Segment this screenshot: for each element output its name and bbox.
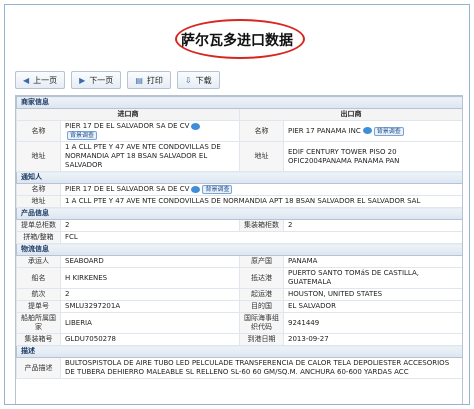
exporter-address: EDIF CENTURY TOWER PISO 20 OFIC2004PANAM… xyxy=(283,141,462,172)
next-page-button[interactable]: ▶ 下一页 xyxy=(71,71,122,89)
container-no: GLDU7050278 xyxy=(60,333,240,346)
notify-verify-button[interactable]: 背景调查 xyxy=(202,185,233,194)
description-label: 产品描述 xyxy=(16,357,61,379)
ghost-icon xyxy=(191,185,201,193)
next-page-label: 下一页 xyxy=(89,75,114,85)
container-count: 2 xyxy=(283,219,462,232)
print-button[interactable]: ▤ 打印 xyxy=(127,71,171,89)
printer-icon: ▤ xyxy=(135,75,143,85)
carrier-label: 承运人 xyxy=(16,255,61,268)
arrow-right-icon: ▶ xyxy=(79,75,86,85)
imo-label: 国际海事组织代码 xyxy=(239,312,284,334)
exporter-name-cell: PIER 17 PANAMA INC 背景调查 xyxy=(283,120,462,142)
detail-window: 萨尔瓦多进口数据 ◀ 上一页 ▶ 下一页 ▤ 打印 ⇩ 下载 商家信息 进口商 出口商 … xyxy=(4,4,470,405)
section-notify: 通知人 xyxy=(16,171,462,184)
lcl-value: FCL xyxy=(60,231,462,244)
arrival-date: 2013-09-27 xyxy=(283,333,462,346)
importer-address-label: 地址 xyxy=(16,141,61,172)
notify-address: 1 A CLL PTE Y 47 AVE NTE CONDOVILLAS DE … xyxy=(60,195,462,208)
section-merchant: 商家信息 xyxy=(16,96,462,109)
ghost-icon xyxy=(362,127,372,134)
bl-count: 2 xyxy=(60,219,240,232)
departure-port: HOUSTON, UNITED STATES xyxy=(283,288,462,301)
section-logistics: 物流信息 xyxy=(16,243,462,256)
arrival-date-label: 到港日期 xyxy=(239,333,284,346)
exporter-address-label: 地址 xyxy=(239,141,284,172)
bl-no: SMLU3297201A xyxy=(60,300,240,313)
arrow-left-icon: ◀ xyxy=(23,75,30,85)
departure-port-label: 起运港 xyxy=(239,288,284,301)
importer-name-label: 名称 xyxy=(16,120,61,142)
print-label: 打印 xyxy=(146,75,163,85)
importer-address: 1 A CLL PTE Y 47 AVE NTE CONDOVILLAS DE … xyxy=(60,141,240,172)
arrival-port: PUERTO SANTO TOMáS DE CASTILLA, GUATEMAL… xyxy=(283,267,462,289)
notify-name: PIER 17 DE EL SALVADOR SA DE CV xyxy=(65,185,190,193)
detail-content: 商家信息 进口商 出口商 名称 PIER 17 DE EL SALVADOR S… xyxy=(15,95,463,404)
notify-name-cell: PIER 17 DE EL SALVADOR SA DE CV 背景调查 xyxy=(60,183,462,196)
title-area: 萨尔瓦多进口数据 xyxy=(5,5,469,65)
imo: 9241449 xyxy=(283,312,462,334)
vessel-label: 船名 xyxy=(16,267,61,289)
voyage: 2 xyxy=(60,288,240,301)
carrier: SEABOARD xyxy=(60,255,240,268)
voyage-label: 航次 xyxy=(16,288,61,301)
download-button[interactable]: ⇩ 下载 xyxy=(176,71,220,89)
lcl-label: 拼箱/整箱 xyxy=(16,231,61,244)
exporter-name-label: 名称 xyxy=(239,120,284,142)
ghost-icon xyxy=(191,122,201,130)
detail-table: 商家信息 进口商 出口商 名称 PIER 17 DE EL SALVADOR S… xyxy=(16,96,462,379)
bl-count-label: 提单总柜数 xyxy=(16,219,61,232)
vessel: H KIRKENES xyxy=(60,267,240,289)
flag-label: 船舶所属国家 xyxy=(16,312,61,334)
exporter-name: PIER 17 PANAMA INC xyxy=(288,126,361,135)
section-description: 描述 xyxy=(16,345,462,358)
description-text: BULTOSPISTOLA DE AIRE TUBO LED PELCULADE… xyxy=(60,357,462,379)
page-title: 萨尔瓦多进口数据 xyxy=(181,33,293,49)
flag: LIBERIA xyxy=(60,312,240,334)
origin-country: PANAMA xyxy=(283,255,462,268)
container-no-label: 集装箱号 xyxy=(16,333,61,346)
destination-label: 目的国 xyxy=(239,300,284,313)
section-product: 产品信息 xyxy=(16,207,462,220)
prev-page-label: 上一页 xyxy=(33,75,58,85)
importer-name-cell: PIER 17 DE EL SALVADOR SA DE CV 背景调查 xyxy=(60,120,240,142)
container-count-label: 集装箱柜数 xyxy=(239,219,284,232)
notify-name-label: 名称 xyxy=(16,183,61,196)
prev-page-button[interactable]: ◀ 上一页 xyxy=(15,71,66,89)
exporter-header: 出口商 xyxy=(239,108,462,121)
exporter-verify-button[interactable]: 背景调查 xyxy=(373,126,404,136)
arrival-port-label: 抵达港 xyxy=(239,267,284,289)
notify-address-label: 地址 xyxy=(16,195,61,208)
download-icon: ⇩ xyxy=(184,75,192,85)
destination: EL SALVADOR xyxy=(283,300,462,313)
bl-no-label: 提单号 xyxy=(16,300,61,313)
importer-verify-button[interactable]: 背景调查 xyxy=(67,131,98,140)
importer-name: PIER 17 DE EL SALVADOR SA DE CV xyxy=(65,122,190,130)
importer-header: 进口商 xyxy=(16,108,240,121)
toolbar: ◀ 上一页 ▶ 下一页 ▤ 打印 ⇩ 下载 xyxy=(15,71,220,89)
origin-country-label: 原产国 xyxy=(239,255,284,268)
download-label: 下载 xyxy=(195,75,212,85)
